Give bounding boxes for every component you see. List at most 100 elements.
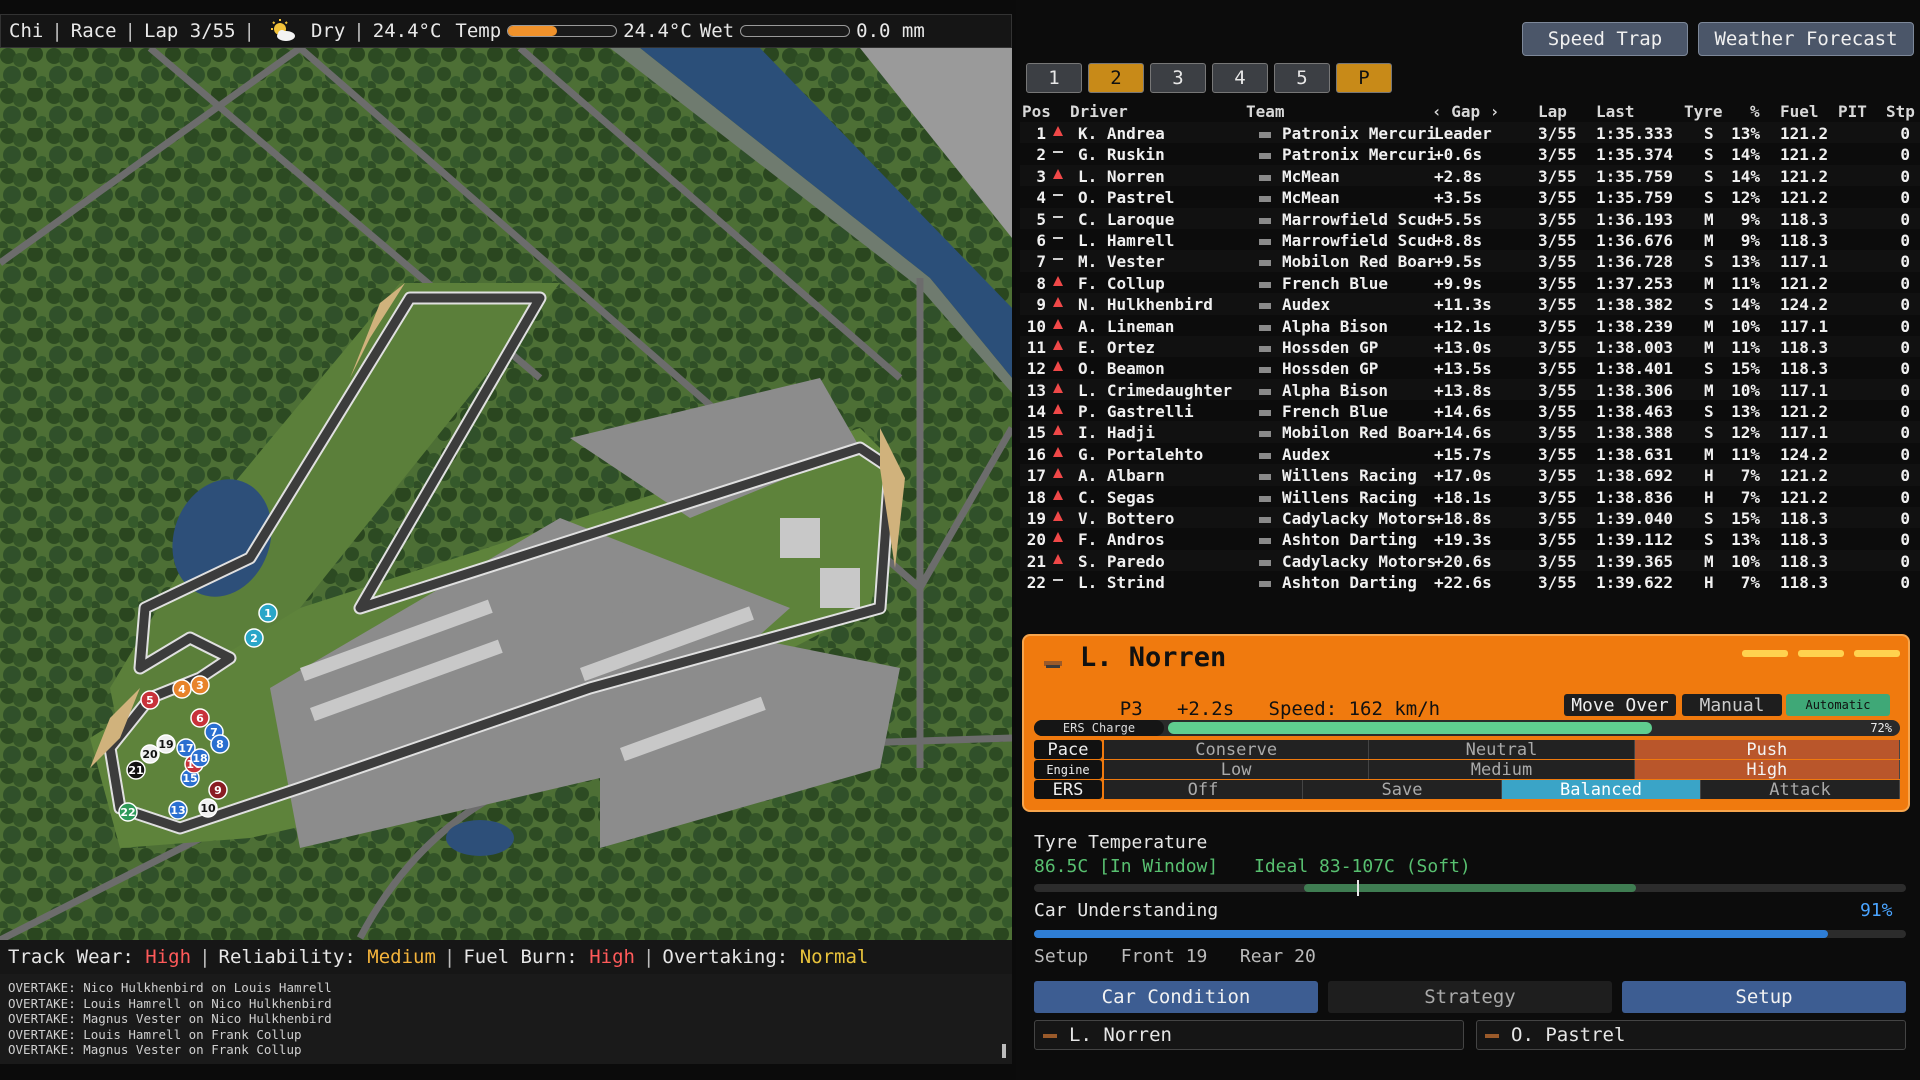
table-row[interactable]: 22 L. Strind Ashton Darting +22.6s 3/55 1:39.…	[1020, 571, 1920, 592]
gap-sort-toggle[interactable]: ‹ Gap ›	[1432, 102, 1499, 121]
cell-fuel: 118.3	[1780, 359, 1829, 379]
car-marker-4[interactable]: 4	[172, 679, 192, 699]
team-logo-icon	[1258, 404, 1272, 423]
setup-front: Front 19	[1120, 946, 1208, 967]
table-row[interactable]: 8 F. Collup French Blue +9.9s 3/55 1:37.253 M 1…	[1020, 272, 1920, 293]
cell-tyre: S	[1704, 530, 1714, 550]
car-marker-9[interactable]: 9	[208, 780, 228, 800]
table-row[interactable]: 2 G. Ruskin Patronix Mercuri +0.6s 3/55 1:35.…	[1020, 143, 1920, 164]
weather-forecast-button[interactable]: Weather Forecast	[1698, 22, 1914, 56]
move-over-button[interactable]: Move Over	[1564, 694, 1676, 716]
cell-last: 1:38.463	[1596, 402, 1674, 422]
page-button-4[interactable]: 4	[1212, 63, 1268, 93]
driver-selector-right[interactable]: O. Pastrel	[1476, 1020, 1906, 1050]
cell-stp: 0	[1900, 573, 1910, 593]
table-row[interactable]: 13 L. Crimedaughter Alpha Bison +13.8s 3/55 1…	[1020, 378, 1920, 401]
car-marker-19[interactable]: 19	[156, 734, 176, 754]
team-logo-icon	[1258, 511, 1272, 530]
table-row[interactable]: 15 I. Hadji Mobilon Red Boar +14.6s 3/55 1:38…	[1020, 421, 1920, 443]
position-up-icon	[1052, 294, 1064, 313]
svg-text:13: 13	[170, 804, 185, 817]
table-row[interactable]: 16 G. Portalehto Audex +15.7s 3/55 1:38.631 M 1…	[1020, 443, 1920, 464]
table-row[interactable]: 3 L. Norren McMean +2.8s 3/55 1:35.759 S 14% 121…	[1020, 164, 1920, 188]
ers-off[interactable]: Off	[1104, 780, 1303, 800]
cell-team: Ashton Darting	[1282, 530, 1417, 550]
table-row[interactable]: 4 O. Pastrel McMean +3.5s 3/55 1:35.759 S 12% 12…	[1020, 186, 1920, 207]
cell-stp: 0	[1900, 124, 1910, 143]
ers-save[interactable]: Save	[1303, 780, 1502, 800]
team-logo-icon	[1258, 169, 1272, 188]
car-marker-21[interactable]: 21	[126, 760, 146, 780]
engine-low[interactable]: Low	[1104, 760, 1370, 780]
driver-selector-left[interactable]: L. Norren	[1034, 1020, 1464, 1050]
ers-attack[interactable]: Attack	[1701, 780, 1900, 800]
log-entry: OVERTAKE: Magnus Vester on Nico Hulkhenb…	[8, 1011, 332, 1026]
table-row[interactable]: 11 E. Ortez Hossden GP +13.0s 3/55 1:38.003 M 1…	[1020, 335, 1920, 358]
page-button-5[interactable]: 5	[1274, 63, 1330, 93]
cell-gap: +20.6s	[1434, 551, 1492, 571]
cell-stp: 0	[1900, 423, 1910, 443]
pace-conserve[interactable]: Conserve	[1104, 740, 1370, 760]
cell-driver: F. Collup	[1078, 273, 1165, 293]
cell-pos: 3	[1036, 166, 1046, 186]
speed-trap-button[interactable]: Speed Trap	[1522, 22, 1688, 56]
page-button-3[interactable]: 3	[1150, 63, 1206, 93]
table-row[interactable]: 5 C. Laroque Marrowfield Scud +5.5s 3/55 1:36…	[1020, 207, 1920, 229]
team-logo-icon	[1258, 532, 1272, 551]
log-scrollbar[interactable]	[1002, 1044, 1006, 1058]
position-up-icon	[1052, 337, 1064, 356]
car-marker-13[interactable]: 13	[168, 800, 188, 820]
table-row[interactable]: 10 A. Lineman Alpha Bison +12.1s 3/55 1:38.23…	[1020, 315, 1920, 336]
table-row[interactable]: 9 N. Hulkhenbird Audex +11.3s 3/55 1:38.382 S 1…	[1020, 293, 1920, 315]
automatic-toggle[interactable]: Automatic	[1786, 694, 1890, 716]
car-marker-3[interactable]: 3	[190, 675, 210, 695]
table-row[interactable]: 21 S. Paredo Cadylacky Motors +20.6s 3/55 1:3…	[1020, 549, 1920, 572]
svg-text:9: 9	[214, 784, 222, 797]
car-marker-20[interactable]: 20	[140, 744, 160, 764]
car-marker-5[interactable]: 5	[140, 690, 160, 710]
cell-team: Willens Racing	[1282, 487, 1417, 507]
table-row[interactable]: 14 P. Gastrelli French Blue +14.6s 3/55 1:38.…	[1020, 400, 1920, 421]
track-map[interactable]: 12345678910131516171819202122	[0, 48, 1012, 940]
page-button-1[interactable]: 1	[1026, 63, 1082, 93]
page-button-p[interactable]: P	[1336, 63, 1392, 93]
table-row[interactable]: 6 L. Hamrell Marrowfield Scud +8.8s 3/55 1:36…	[1020, 229, 1920, 250]
cell-pct: 10%	[1731, 380, 1760, 400]
tab-car-condition[interactable]: Car Condition	[1034, 981, 1318, 1013]
car-marker-10[interactable]: 10	[198, 798, 218, 818]
cell-pos: 2	[1036, 145, 1046, 165]
car-marker-18[interactable]: 18	[190, 748, 210, 768]
car-marker-6[interactable]: 6	[190, 708, 210, 728]
engine-medium[interactable]: Medium	[1369, 760, 1635, 780]
pace-neutral[interactable]: Neutral	[1369, 740, 1635, 760]
cell-driver: O. Beamon	[1078, 359, 1165, 379]
ers-balanced[interactable]: Balanced	[1502, 780, 1701, 800]
tab-setup[interactable]: Setup	[1622, 981, 1906, 1013]
table-row[interactable]: 1 K. Andrea Patronix Mercuri Leader 3/55 1:35…	[1020, 122, 1920, 144]
manual-toggle[interactable]: Manual	[1682, 694, 1782, 716]
car-marker-1[interactable]: 1	[258, 603, 278, 623]
cell-pct: 9%	[1740, 230, 1760, 250]
table-row[interactable]: 12 O. Beamon Hossden GP +13.5s 3/55 1:38.401 S…	[1020, 357, 1920, 378]
table-row[interactable]: 19 V. Bottero Cadylacky Motors +18.8s 3/55 1:…	[1020, 507, 1920, 530]
car-marker-2[interactable]: 2	[244, 628, 264, 648]
table-row[interactable]: 7 M. Vester Mobilon Red Boar +9.5s 3/55 1:36.…	[1020, 250, 1920, 272]
cell-team: Cadylacky Motors	[1282, 551, 1437, 571]
table-row[interactable]: 18 C. Segas Willens Racing +18.1s 3/55 1:38.8…	[1020, 486, 1920, 507]
pace-push[interactable]: Push	[1634, 740, 1900, 760]
cell-team: Cadylacky Motors	[1282, 509, 1437, 529]
table-row[interactable]: 20 F. Andros Ashton Darting +19.3s 3/55 1:39.…	[1020, 528, 1920, 549]
svg-text:2: 2	[250, 632, 258, 645]
car-marker-8[interactable]: 8	[210, 734, 230, 754]
cell-stp: 0	[1900, 295, 1910, 315]
position-same-icon	[1052, 251, 1064, 270]
page-button-2[interactable]: 2	[1088, 63, 1144, 93]
temp-gauge-fill	[508, 26, 557, 36]
cell-lap: 3/55	[1538, 295, 1577, 315]
tab-strategy[interactable]: Strategy	[1328, 981, 1612, 1013]
car-marker-22[interactable]: 22	[118, 802, 138, 822]
event-log[interactable]: OVERTAKE: Nico Hulkhenbird on Louis Hamr…	[0, 974, 1012, 1064]
setup-summary: Setup Front 19 Rear 20	[1034, 946, 1316, 967]
table-row[interactable]: 17 A. Albarn Willens Racing +17.0s 3/55 1:38.…	[1020, 464, 1920, 486]
engine-high[interactable]: High	[1634, 760, 1900, 780]
